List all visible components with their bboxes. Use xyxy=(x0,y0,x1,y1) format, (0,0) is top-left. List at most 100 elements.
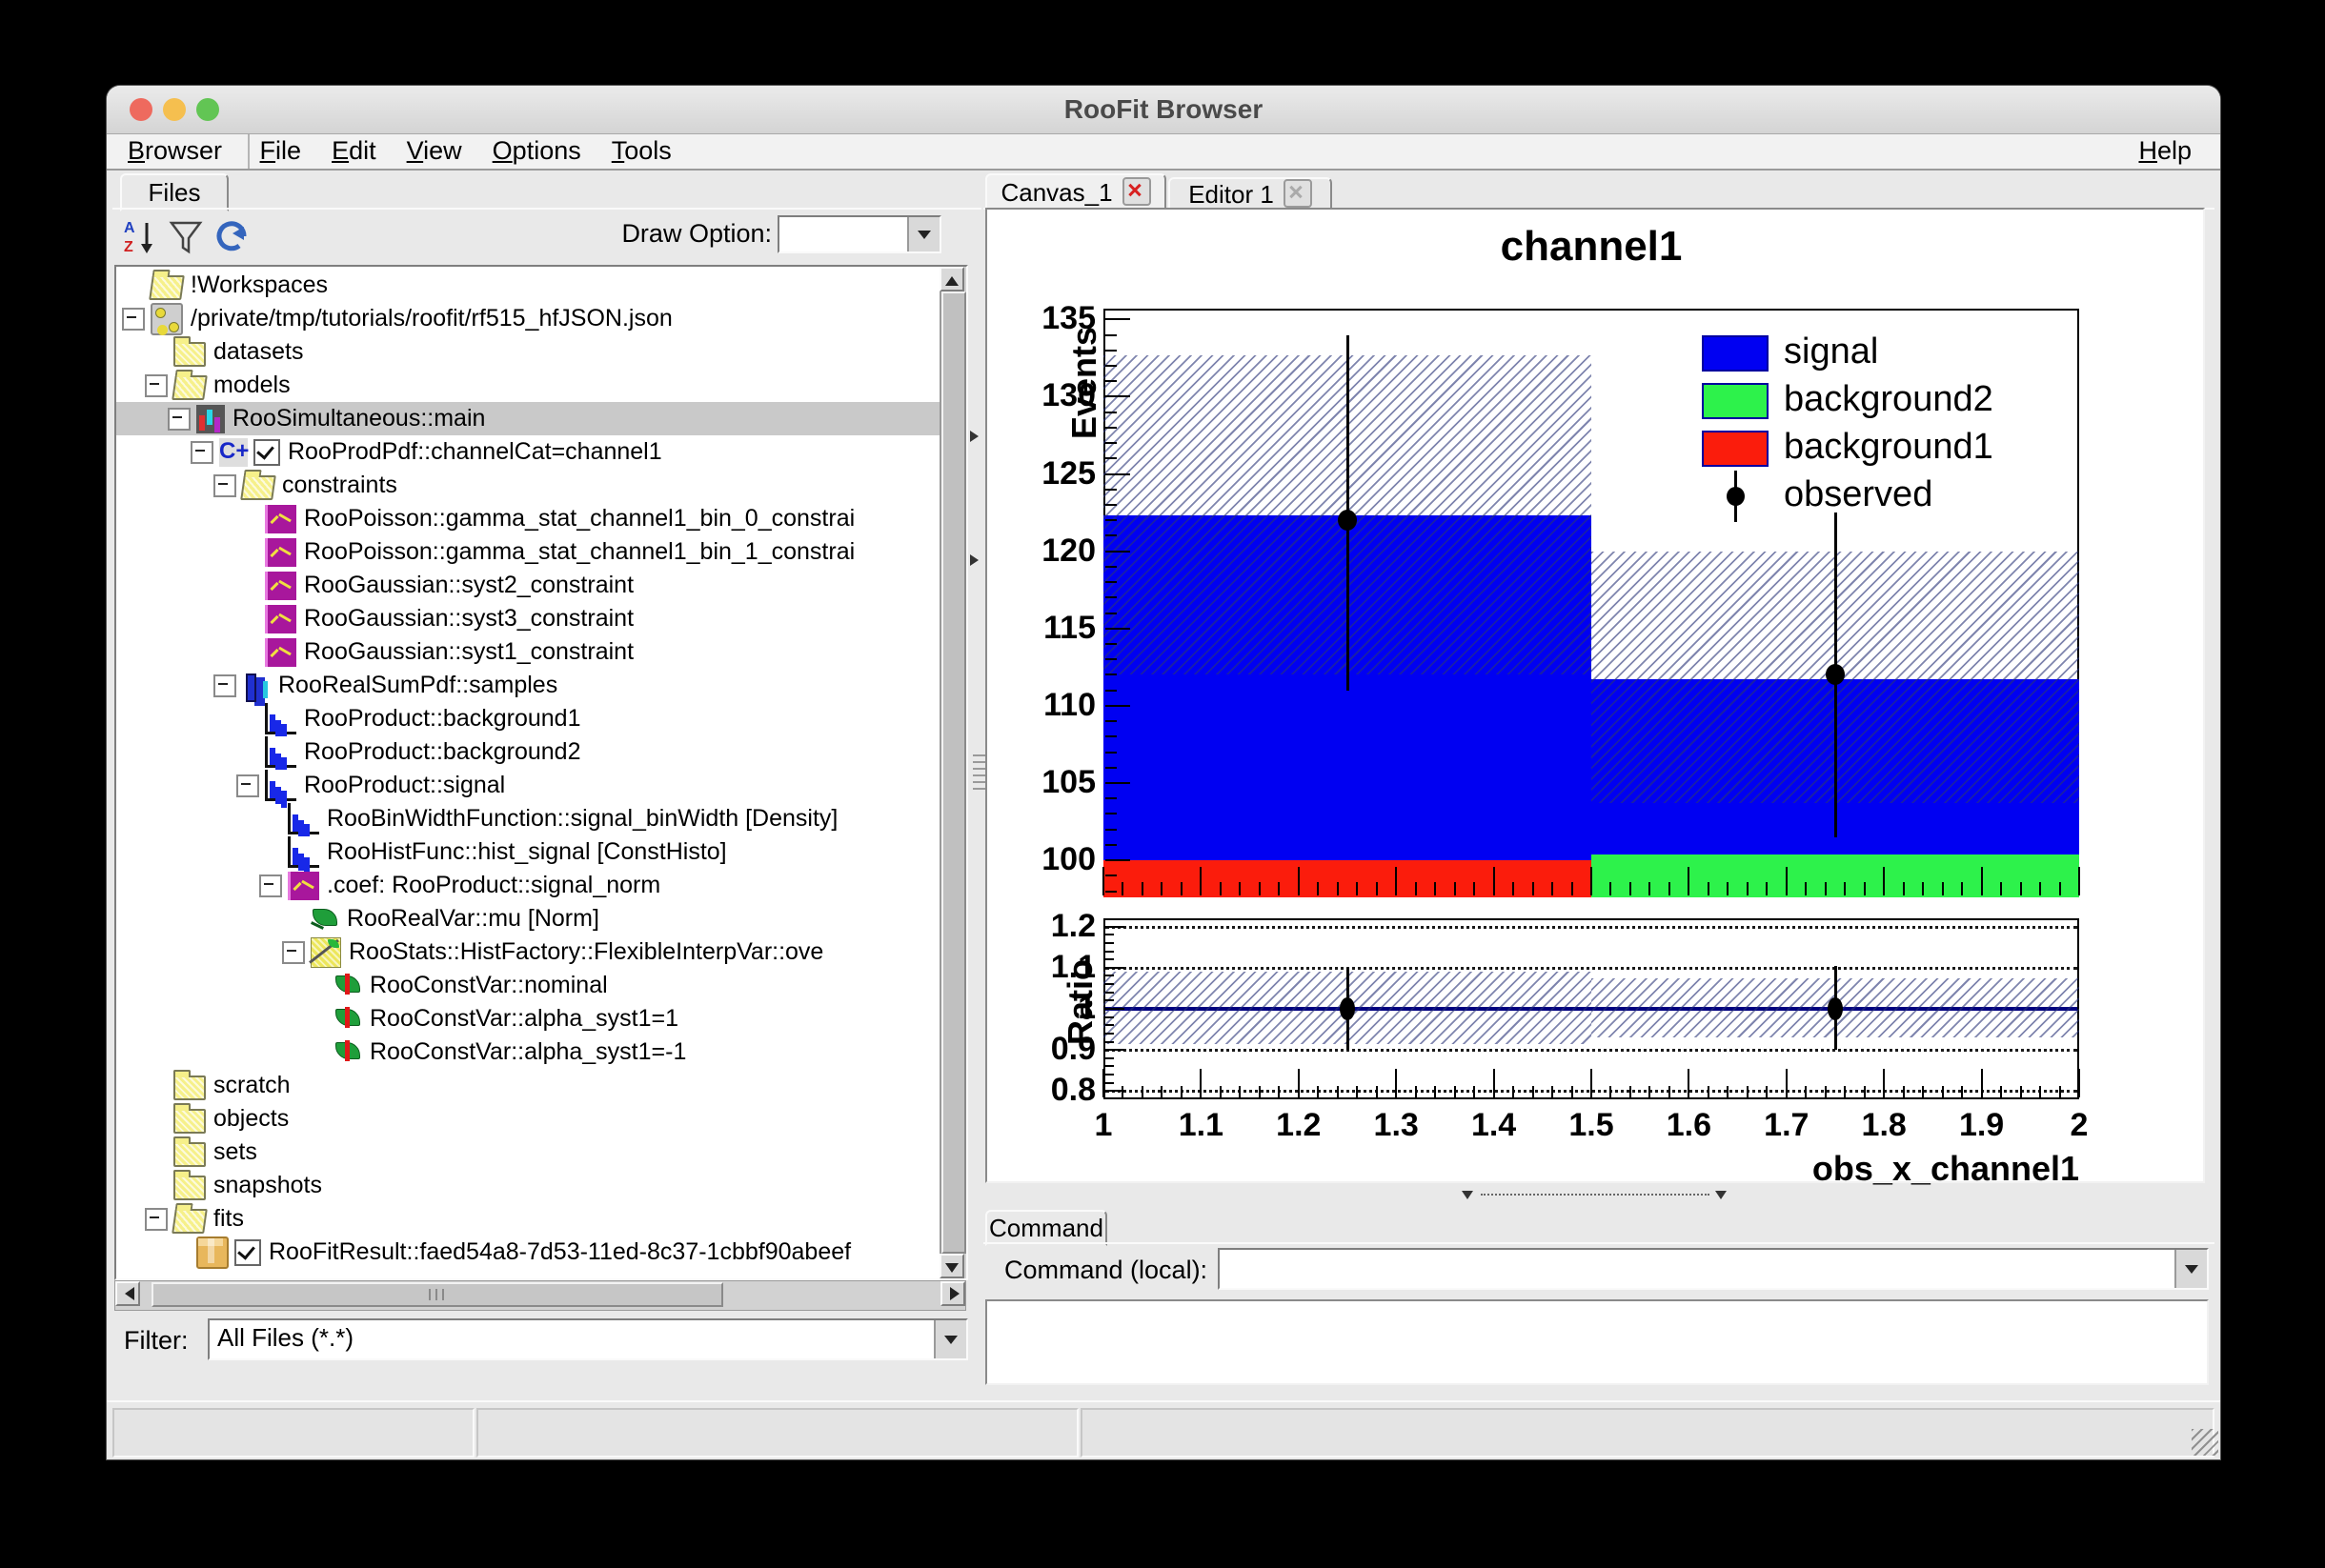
cpp-icon xyxy=(219,438,248,467)
y-tick-label: 105 xyxy=(1025,764,1096,798)
horizontal-scrollbar-thumb[interactable] xyxy=(152,1282,723,1307)
az-sort-icon[interactable]: AZ xyxy=(122,217,160,255)
tree-item-label: RooConstVar::alpha_syst1=-1 xyxy=(362,1038,686,1066)
ratio-y-tick xyxy=(1105,1057,1114,1059)
ratio-x-tick xyxy=(1864,1086,1866,1097)
tree-item-checkbox[interactable] xyxy=(234,1239,261,1266)
scroll-down-button[interactable] xyxy=(940,1254,964,1278)
tree-item[interactable]: fits xyxy=(116,1202,940,1236)
tree-item[interactable]: RooGaussian::syst3_constraint xyxy=(116,602,940,635)
tree-item[interactable]: snapshots xyxy=(116,1169,940,1202)
tree-item[interactable]: sets xyxy=(116,1136,940,1169)
close-icon[interactable] xyxy=(1122,177,1151,206)
tree-expander-icon[interactable] xyxy=(145,1208,168,1231)
menu-options[interactable]: Options xyxy=(477,134,596,167)
pdf-curve-icon xyxy=(265,505,296,533)
refresh-icon[interactable] xyxy=(213,217,252,255)
tree-item[interactable]: RooConstVar::alpha_syst1=1 xyxy=(116,1002,940,1035)
ratio-x-tick xyxy=(1590,1069,1592,1097)
menu-edit[interactable]: Edit xyxy=(316,134,392,167)
collapse-down-icon[interactable] xyxy=(1715,1191,1727,1205)
menu-tools[interactable]: Tools xyxy=(596,134,687,167)
x-tick-label: 1 xyxy=(1061,1107,1146,1143)
tab-editor-1[interactable]: Editor 1 xyxy=(1168,177,1332,211)
menu-view[interactable]: View xyxy=(392,134,477,167)
tree-item-checkbox[interactable] xyxy=(253,439,280,466)
chevron-down-icon[interactable] xyxy=(907,217,940,251)
vertical-scrollbar-thumb[interactable] xyxy=(941,291,966,1254)
tree-item[interactable]: RooRealVar::mu [Norm] xyxy=(116,902,940,935)
tree-item[interactable]: RooPoisson::gamma_stat_channel1_bin_1_co… xyxy=(116,535,940,569)
ratio-x-tick xyxy=(1786,1069,1788,1097)
tree-expander-icon[interactable] xyxy=(259,874,282,897)
tab-canvas-1[interactable]: Canvas_1 xyxy=(985,173,1166,211)
ratio-x-tick xyxy=(1356,1086,1358,1097)
tree-item[interactable]: objects xyxy=(116,1102,940,1136)
tree-expander-icon[interactable] xyxy=(213,474,236,497)
x-tick xyxy=(1259,882,1261,895)
horizontal-splitter[interactable] xyxy=(985,1189,2205,1204)
tree-item[interactable]: RooProdPdf::channelCat=channel1 xyxy=(116,435,940,469)
tree-item[interactable]: RooConstVar::alpha_syst1=-1 xyxy=(116,1035,940,1069)
collapse-down-icon[interactable] xyxy=(1462,1191,1473,1205)
splitter-chevron-icon[interactable] xyxy=(970,554,984,566)
leaf-icon xyxy=(311,905,339,934)
tree-expander-icon[interactable] xyxy=(236,774,259,797)
tree-item[interactable]: RooGaussian::syst2_constraint xyxy=(116,569,940,602)
tree-item[interactable]: scratch xyxy=(116,1069,940,1102)
tree-item[interactable]: RooProduct::signal xyxy=(116,769,940,802)
tree-item[interactable]: .coef: RooProduct::signal_norm xyxy=(116,869,940,902)
funnel-icon[interactable] xyxy=(168,217,206,255)
menu-browser[interactable]: Browser xyxy=(112,134,237,167)
tree-item[interactable]: RooProduct::background1 xyxy=(116,702,940,735)
splitter-chevron-icon[interactable] xyxy=(970,431,984,442)
filter-combobox[interactable]: All Files (*.*) xyxy=(208,1318,968,1360)
tree-item[interactable]: RooFitResult::faed54a8-7d53-11ed-8c37-1c… xyxy=(116,1236,940,1269)
tree-item[interactable]: RooGaussian::syst1_constraint xyxy=(116,635,940,669)
scroll-right-button[interactable] xyxy=(940,1281,965,1306)
root-canvas[interactable]: channel1100105110115120125130135signalba… xyxy=(985,208,2205,1183)
resize-grip[interactable] xyxy=(2192,1429,2218,1456)
command-combobox[interactable] xyxy=(1218,1248,2209,1290)
tree-item[interactable]: RooHistFunc::hist_signal [ConstHisto] xyxy=(116,835,940,869)
draw-option-combobox[interactable] xyxy=(778,215,941,253)
tab-files[interactable]: Files xyxy=(120,173,229,211)
tree-expander-icon[interactable] xyxy=(213,674,236,697)
horizontal-scrollbar[interactable] xyxy=(114,1280,966,1311)
tree-item[interactable]: !Workspaces xyxy=(116,269,940,302)
ratio-x-tick xyxy=(1922,1086,1924,1097)
chevron-down-icon[interactable] xyxy=(2174,1250,2207,1288)
tree-expander-icon[interactable] xyxy=(191,441,213,464)
tree-expander-icon[interactable] xyxy=(168,408,191,431)
tree-item[interactable]: RooStats::HistFactory::FlexibleInterpVar… xyxy=(116,935,940,969)
tree-item[interactable]: constraints xyxy=(116,469,940,502)
tree-item[interactable]: /private/tmp/tutorials/roofit/rf515_hfJS… xyxy=(116,302,940,335)
tree-item[interactable]: models xyxy=(116,369,940,402)
tree-item[interactable]: RooConstVar::nominal xyxy=(116,969,940,1002)
x-tick xyxy=(2000,882,2002,895)
chevron-down-icon[interactable] xyxy=(934,1320,966,1358)
menu-help[interactable]: Help xyxy=(2123,134,2207,167)
tree-item[interactable]: RooBinWidthFunction::signal_binWidth [De… xyxy=(116,802,940,835)
tree-item[interactable]: RooProduct::background2 xyxy=(116,735,940,769)
tree-item[interactable]: datasets xyxy=(116,335,940,369)
tree-expander-icon[interactable] xyxy=(145,374,168,397)
y-tick xyxy=(1105,473,1130,475)
scroll-up-button[interactable] xyxy=(940,267,964,291)
tab-command[interactable]: Command xyxy=(985,1210,1107,1246)
tree-item[interactable]: RooSimultaneous::main xyxy=(116,402,940,435)
menu-file[interactable]: File xyxy=(245,134,317,167)
tree-item-label: /private/tmp/tutorials/roofit/rf515_hfJS… xyxy=(183,305,673,332)
scroll-left-button[interactable] xyxy=(115,1281,140,1306)
y-tick xyxy=(1105,566,1117,568)
arrow-left-icon xyxy=(118,1287,134,1300)
x-tick xyxy=(1376,882,1378,895)
title-bar[interactable]: RooFit Browser xyxy=(107,86,2220,134)
vertical-scrollbar[interactable] xyxy=(940,267,966,1278)
menu-bar: Browser FileEditViewOptionsTools Help xyxy=(107,134,2220,171)
tree-expander-icon[interactable] xyxy=(122,308,145,331)
tree-expander-icon[interactable] xyxy=(282,941,305,964)
close-icon[interactable] xyxy=(1284,179,1312,208)
tree-item[interactable]: RooPoisson::gamma_stat_channel1_bin_0_co… xyxy=(116,502,940,535)
tree-item[interactable]: RooRealSumPdf::samples xyxy=(116,669,940,702)
